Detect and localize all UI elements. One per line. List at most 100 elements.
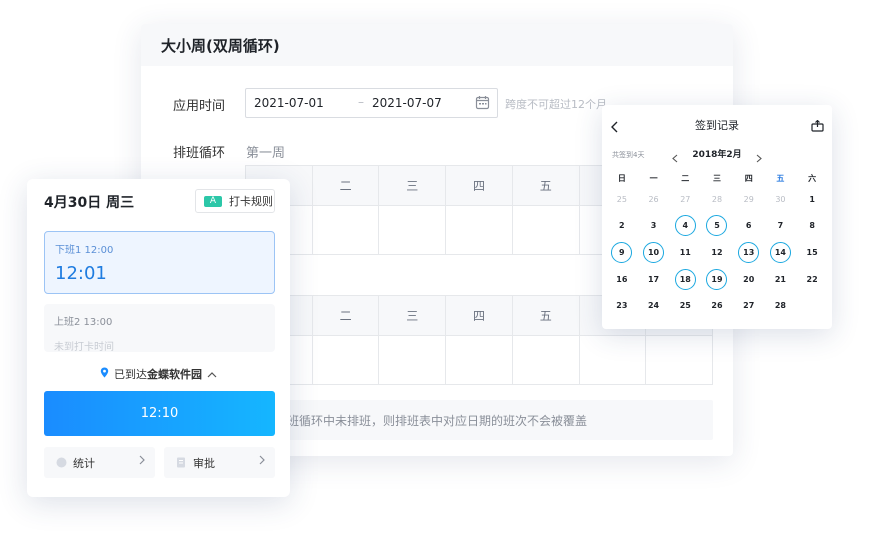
calendar-day-checked-in[interactable]: 5: [701, 213, 733, 240]
calendar-day[interactable]: 1: [796, 186, 828, 213]
calendar-grid: 日一二三四五六 25 26 27 28 29 30 1 2 3 4 5 6 7 8 9 10 11 12 13 14 15…: [606, 170, 828, 319]
start-date[interactable]: 2021-07-01: [254, 96, 324, 110]
calendar-day[interactable]: 22: [796, 266, 828, 293]
date-range-picker[interactable]: 2021-07-01 – 2021-07-07: [245, 88, 498, 118]
schedule-cell[interactable]: [379, 206, 447, 254]
calendar-weekday: 五: [776, 173, 785, 183]
calendar-day[interactable]: 3: [638, 213, 670, 240]
schedule-cell[interactable]: [379, 336, 447, 384]
cycle-label: 排班循环: [173, 146, 226, 161]
calendar-weekday: 四: [744, 173, 753, 183]
calendar-day[interactable]: 25: [606, 186, 638, 213]
approve-icon: [176, 457, 187, 468]
calendar-icon[interactable]: [475, 95, 490, 114]
attendance-calendar: 签到记录 共签到4天 2018年2月 日一二三四五六 25 26 27 28 29 30 1 2…: [602, 105, 832, 329]
chevron-right-icon: [139, 455, 145, 468]
panel-title: 大小周(双周循环): [141, 24, 733, 66]
calendar-day-checked-in[interactable]: 18: [669, 266, 701, 293]
calendar-day[interactable]: 29: [733, 186, 765, 213]
schedule-cell[interactable]: [446, 206, 513, 254]
weekday-header: 三: [379, 166, 447, 205]
approve-button[interactable]: 审批: [164, 447, 275, 478]
calendar-day[interactable]: 23: [606, 292, 638, 319]
calendar-day[interactable]: 12: [701, 239, 733, 266]
calendar-day[interactable]: 7: [765, 213, 797, 240]
calendar-day-checked-in[interactable]: 13: [733, 239, 765, 266]
location-status[interactable]: 已到达金蝶软件园: [27, 366, 290, 382]
location-prefix: 已到达: [114, 368, 147, 381]
week-label: 第一周: [246, 146, 286, 161]
calendar-day[interactable]: 16: [606, 266, 638, 293]
calendar-day-checked-in[interactable]: 14: [765, 239, 797, 266]
chevron-right-icon: [259, 455, 265, 468]
calendar-day[interactable]: 28: [701, 186, 733, 213]
rule-badge: A: [204, 195, 222, 207]
chevron-up-icon[interactable]: [207, 368, 217, 381]
end-date[interactable]: 2021-07-07: [372, 96, 442, 110]
calendar-weekday: 日: [617, 173, 626, 183]
calendar-weekday: 六: [808, 173, 817, 183]
location-pin-icon: [100, 367, 109, 381]
calendar-day[interactable]: 17: [638, 266, 670, 293]
calendar-weekday: 一: [649, 173, 658, 183]
location-name: 金蝶软件园: [147, 368, 202, 381]
date-range-hint: 跨度不可超过12个月: [505, 98, 607, 111]
current-date: 4月30日 周三: [44, 195, 135, 211]
calendar-day[interactable]: 21: [765, 266, 797, 293]
clock-rule-label: 打卡规则: [229, 195, 273, 208]
calendar-day[interactable]: 20: [733, 266, 765, 293]
schedule-cell[interactable]: [313, 336, 380, 384]
weekday-header: 五: [513, 166, 580, 205]
next-month-icon[interactable]: [756, 148, 762, 167]
shift-card-off-work[interactable]: 下班1 12:00 12:01: [44, 231, 275, 294]
schedule-cell[interactable]: [580, 336, 647, 384]
weekday-header: 五: [513, 296, 580, 335]
calendar-day[interactable]: 26: [638, 186, 670, 213]
calendar-day-checked-in[interactable]: 10: [638, 239, 670, 266]
calendar-day[interactable]: 6: [733, 213, 765, 240]
weekday-header: 四: [446, 166, 513, 205]
stats-button[interactable]: 统计: [44, 447, 155, 478]
calendar-day[interactable]: 8: [796, 213, 828, 240]
shift-clock-time: 12:01: [55, 263, 107, 284]
calendar-day[interactable]: 25: [669, 292, 701, 319]
apply-time-label: 应用时间: [173, 99, 226, 114]
calendar-day[interactable]: 26: [701, 292, 733, 319]
weekday-header: 二: [313, 166, 380, 205]
weekday-header: 三: [379, 296, 447, 335]
shift-title: 上班2 13:00: [54, 317, 113, 328]
schedule-cell[interactable]: [313, 206, 380, 254]
calendar-day[interactable]: 27: [669, 186, 701, 213]
calendar-day[interactable]: 11: [669, 239, 701, 266]
clock-rule-button[interactable]: A 打卡规则: [195, 189, 275, 213]
share-icon[interactable]: [811, 117, 824, 136]
schedule-cell[interactable]: [646, 336, 712, 384]
stats-icon: [56, 457, 67, 468]
calendar-day[interactable]: 27: [733, 292, 765, 319]
shift-status: 未到打卡时间: [54, 342, 114, 352]
schedule-cell[interactable]: [446, 336, 513, 384]
schedule-note: 班循环中未排班，则排班表中对应日期的班次不会被覆盖: [245, 400, 713, 440]
calendar-day-checked-in[interactable]: 9: [606, 239, 638, 266]
schedule-cell[interactable]: [513, 336, 580, 384]
shift-title: 下班1 12:00: [55, 245, 114, 256]
calendar-month: 2018年2月: [692, 150, 742, 160]
schedule-cell[interactable]: [513, 206, 580, 254]
calendar-day[interactable]: 2: [606, 213, 638, 240]
calendar-day[interactable]: 30: [765, 186, 797, 213]
calendar-weekday: 三: [712, 173, 721, 183]
weekday-header: 二: [313, 296, 380, 335]
calendar-day: [796, 292, 828, 319]
clock-in-button[interactable]: 12:10: [44, 391, 275, 436]
stats-label: 统计: [73, 456, 95, 470]
calendar-day[interactable]: 15: [796, 239, 828, 266]
calendar-weekday: 二: [681, 173, 690, 183]
shift-card-on-work[interactable]: 上班2 13:00 未到打卡时间: [44, 304, 275, 352]
calendar-day-checked-in[interactable]: 19: [701, 266, 733, 293]
calendar-day[interactable]: 28: [765, 292, 797, 319]
calendar-day-checked-in[interactable]: 4: [669, 213, 701, 240]
date-separator: –: [358, 95, 364, 109]
approve-label: 审批: [193, 456, 215, 470]
clock-in-card: 4月30日 周三 A 打卡规则 下班1 12:00 12:01 上班2 13:0…: [27, 179, 290, 497]
calendar-day[interactable]: 24: [638, 292, 670, 319]
